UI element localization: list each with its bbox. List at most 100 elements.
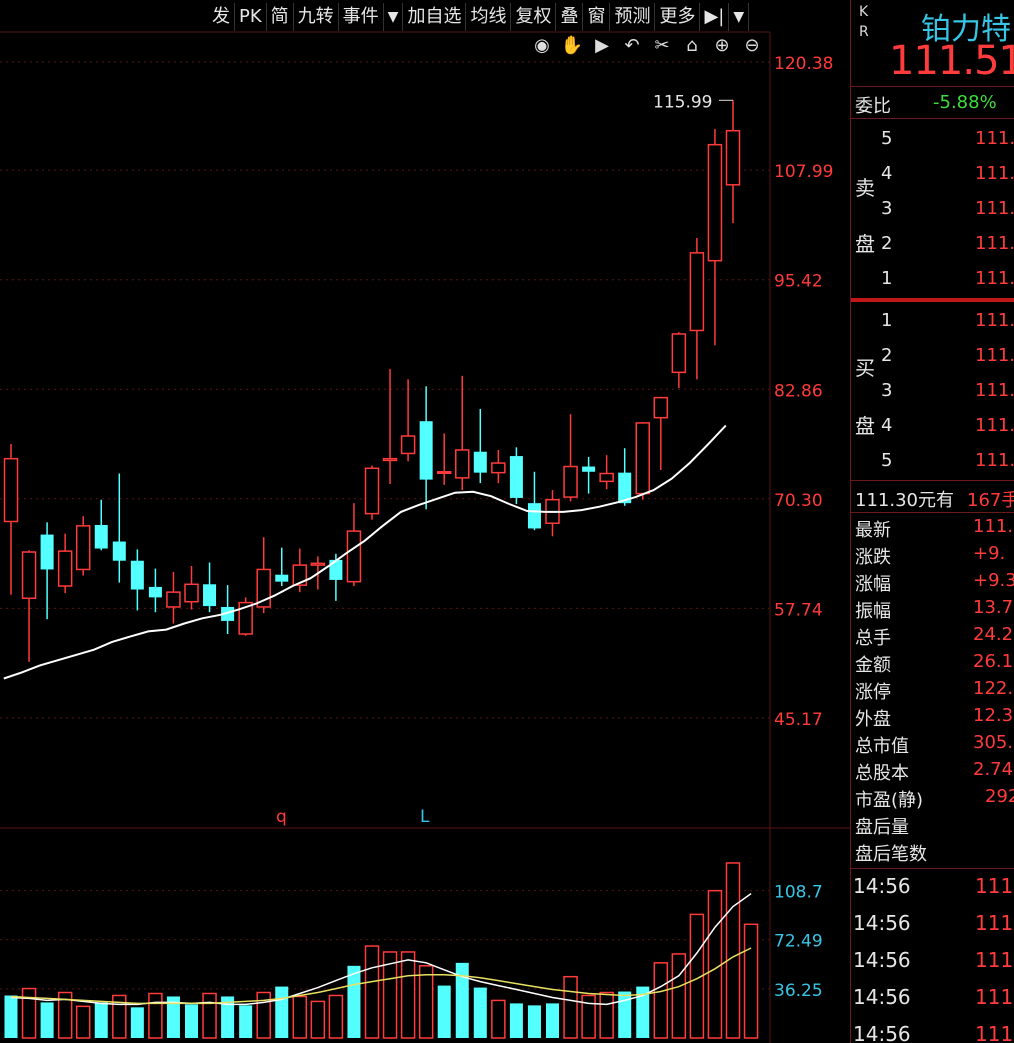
- toolbar-item-2[interactable]: 简: [267, 3, 294, 31]
- stat-label: 总市值: [855, 736, 909, 757]
- summary-count: 167手: [967, 490, 1014, 511]
- sell-level-num: 2: [881, 233, 893, 254]
- toolbar-item-13[interactable]: ▶|: [700, 3, 730, 31]
- toolbar-item-10[interactable]: 窗: [583, 3, 611, 31]
- candle-body: [455, 449, 470, 479]
- stat-label: 盘后笔数: [855, 844, 927, 865]
- volume-bar: [581, 994, 596, 1039]
- sell-level-price: 111.: [975, 128, 1014, 149]
- price-axis-tick: 120.38: [774, 54, 833, 74]
- stat-value: 26.15: [973, 651, 1014, 672]
- toolbar-item-6[interactable]: 加自选: [403, 3, 467, 31]
- zoom-out-icon[interactable]: ⊖: [740, 34, 764, 58]
- buy-level-price: 111.: [975, 310, 1014, 331]
- toolbar-item-4[interactable]: 事件: [339, 3, 384, 31]
- buy-level-num: 4: [881, 415, 893, 436]
- price-axis-tick: 45.17: [774, 710, 823, 730]
- candle-body: [509, 456, 523, 498]
- scissors-icon[interactable]: ✂: [650, 34, 674, 58]
- toolbar-item-3[interactable]: 九转: [294, 3, 339, 31]
- volume-bar: [743, 923, 759, 1039]
- toolbar-item-1[interactable]: PK: [235, 3, 267, 31]
- sell-level-price: 111.: [975, 268, 1014, 289]
- volume-bar: [239, 1005, 253, 1038]
- volume-bar: [202, 992, 217, 1039]
- candle-body: [21, 551, 37, 599]
- stat-value: +9.: [973, 543, 1006, 564]
- toolbar-item-5[interactable]: ▼: [384, 3, 404, 31]
- sell-level-price: 111.: [975, 198, 1014, 219]
- toolbar-item-14[interactable]: ▼: [729, 3, 750, 31]
- stat-label: 盘后量: [855, 817, 909, 838]
- stat-row: 金额 26.15: [851, 651, 1014, 678]
- volume-bar: [364, 945, 380, 1039]
- buy-level-price: 111.: [975, 345, 1014, 366]
- toolbar-item-7[interactable]: 均线: [466, 3, 512, 31]
- toolbar-item-12[interactable]: 更多: [655, 3, 701, 31]
- undo-icon[interactable]: ↶: [620, 34, 644, 58]
- candle-body: [203, 584, 217, 607]
- stat-row: 最新 111.: [851, 516, 1014, 543]
- lock-icon[interactable]: ⌂: [680, 34, 704, 58]
- stat-label: 最新: [855, 520, 891, 541]
- stat-label: 外盘: [855, 709, 891, 730]
- toolbar-item-9[interactable]: 叠: [556, 3, 584, 31]
- marker-l: L: [420, 807, 430, 827]
- orderbook-divider: [851, 298, 1014, 302]
- buy-level-price: 111.: [975, 450, 1014, 471]
- candle-body: [707, 143, 723, 262]
- sell-level-num: 4: [881, 163, 893, 184]
- play-icon[interactable]: ▶: [590, 34, 614, 58]
- hand-icon[interactable]: ✋: [560, 34, 584, 58]
- candle-body: [112, 541, 126, 561]
- buy-side-char-1: 买: [855, 356, 875, 380]
- candle-body: [275, 574, 289, 582]
- tick-value: 111: [975, 948, 1014, 972]
- zoom-in-icon[interactable]: ⊕: [710, 34, 734, 58]
- candle-body: [40, 534, 54, 570]
- weibi-label: 委比: [855, 96, 891, 117]
- volume-bar: [292, 995, 308, 1039]
- volume-axis-tick: 36.25: [774, 981, 823, 1001]
- stat-value: 292: [985, 786, 1014, 807]
- stat-row: 涨停 122.: [851, 678, 1014, 705]
- tick-time: 14:56: [853, 1022, 911, 1043]
- toolbar-item-0[interactable]: 发: [208, 3, 235, 31]
- r-label: R: [859, 24, 869, 40]
- eye-icon[interactable]: ◉: [530, 34, 554, 58]
- volume-bar: [671, 953, 687, 1039]
- stat-label: 涨幅: [855, 574, 891, 595]
- stat-value: 24.27: [973, 624, 1014, 645]
- sell-level-num: 3: [881, 198, 893, 219]
- candle-body: [3, 457, 19, 523]
- volume-bar: [509, 1003, 523, 1038]
- toolbar-item-8[interactable]: 复权: [511, 3, 557, 31]
- candle-body: [184, 583, 199, 603]
- candle-body: [491, 462, 506, 474]
- price-axis-tick: 95.42: [774, 272, 823, 292]
- stock-price: 111.51: [889, 38, 1014, 84]
- stat-row: 总手 24.27: [851, 624, 1014, 651]
- price-axis-tick: 107.99: [774, 162, 833, 182]
- volume-bar: [310, 1000, 326, 1039]
- stat-label: 振幅: [855, 601, 891, 622]
- stat-row: 总股本 2.74: [851, 759, 1014, 786]
- stat-row: 盘后量: [851, 813, 1014, 840]
- volume-bar: [94, 1002, 108, 1038]
- candle-body: [653, 396, 669, 419]
- kline-chart[interactable]: 120.38 107.99 95.42 82.86 70.30 57.74 45.17 108…: [0, 0, 850, 1043]
- marker-q: q: [276, 807, 287, 827]
- stat-label: 总手: [855, 628, 891, 649]
- price-ma-line: [3, 424, 727, 680]
- stat-label: 总股本: [855, 763, 909, 784]
- sell-side-char-1: 卖: [855, 176, 875, 200]
- tick-value: 111.: [975, 911, 1014, 935]
- tick-value: 111: [975, 874, 1014, 898]
- sell-level-num: 5: [881, 128, 893, 149]
- buy-level-num: 5: [881, 450, 893, 471]
- toolbar-item-11[interactable]: 预测: [610, 3, 656, 31]
- volume-bar: [347, 965, 361, 1038]
- volume-axis-tick: 72.49: [774, 932, 823, 952]
- candle-body: [635, 422, 650, 495]
- price-axis-tick: 57.74: [774, 600, 823, 620]
